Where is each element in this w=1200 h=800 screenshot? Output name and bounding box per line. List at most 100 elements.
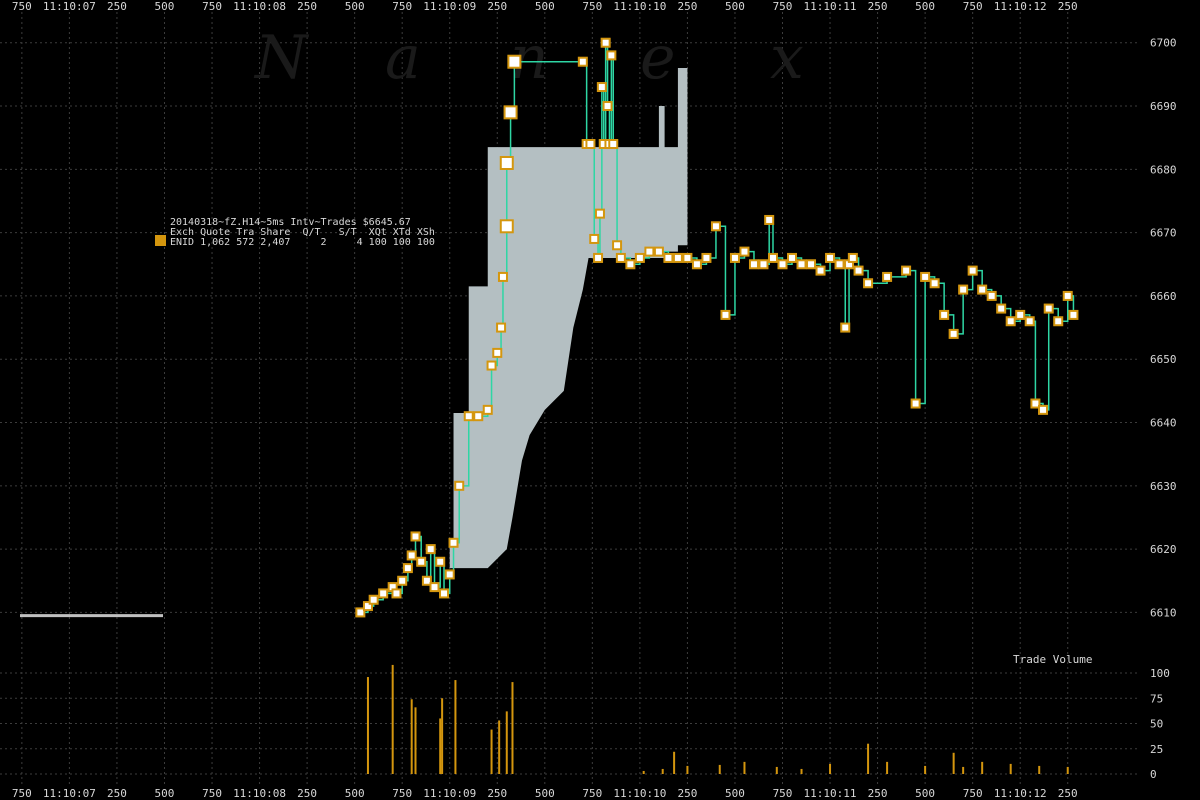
- y-tick-label: 6670: [1150, 227, 1177, 240]
- y-tick-labels: 6610 6620 6630 6640 6650 6660 6670 6680 6690 6700…: [1150, 37, 1177, 781]
- volume-bar: [498, 720, 501, 774]
- trade-marker: [499, 155, 514, 170]
- volume-bar: [962, 766, 965, 774]
- trade-marker: [767, 252, 778, 263]
- x-tick-label-bottom: 500: [915, 787, 935, 800]
- y-tick-label: 6690: [1150, 100, 1177, 113]
- x-tick-label-top: 250: [868, 0, 888, 13]
- trade-marker: [577, 56, 588, 67]
- trade-marker: [435, 556, 446, 567]
- y-tick-label: 6680: [1150, 163, 1177, 176]
- trade-marker: [499, 219, 514, 234]
- trade-marker: [1015, 309, 1026, 320]
- trade-marker: [606, 50, 617, 61]
- trade-marker: [764, 214, 775, 225]
- x-tick-label-top: 500: [155, 0, 175, 13]
- trade-marker: [901, 265, 912, 276]
- trade-marker: [739, 246, 750, 257]
- quote-band-area: [449, 68, 688, 569]
- x-tick-label-top: 750: [392, 0, 412, 13]
- trade-marker: [594, 208, 605, 219]
- trade-marker: [853, 265, 864, 276]
- volume-bar: [886, 761, 889, 774]
- trade-marker: [796, 259, 807, 270]
- y-tick-label: 6700: [1150, 37, 1177, 50]
- x-tick-label-bottom: 750: [773, 787, 793, 800]
- quote-band: [449, 68, 688, 569]
- x-tick-label-top: 11:10:11: [804, 0, 857, 13]
- trade-marker: [834, 259, 845, 270]
- trade-marker: [425, 544, 436, 555]
- y-tick-label: 6630: [1150, 480, 1177, 493]
- trade-marker: [996, 303, 1007, 314]
- volume-bar: [366, 677, 369, 774]
- volume-bars: [366, 664, 1069, 774]
- volume-bar: [1066, 766, 1069, 774]
- x-tick-label-top: 250: [1058, 0, 1078, 13]
- trade-marker: [701, 252, 712, 263]
- x-tick-label-top: 11:10:09: [423, 0, 476, 13]
- trade-marker: [585, 139, 596, 150]
- x-tick-label-top: 750: [773, 0, 793, 13]
- trade-marker: [600, 37, 611, 48]
- trade-marker: [929, 278, 940, 289]
- x-tick-label-top: 500: [915, 0, 935, 13]
- trade-marker: [1043, 303, 1054, 314]
- trade-marker: [416, 556, 427, 567]
- watermark-letter: e: [640, 23, 676, 93]
- trade-marker: [882, 271, 893, 282]
- trade-marker: [378, 588, 389, 599]
- x-tick-label-bottom: 750: [392, 787, 412, 800]
- trade-marker: [615, 252, 626, 263]
- volume-bar: [952, 752, 955, 774]
- legend: 20140318~fZ.H14~5ms Intv~Trades $6645.67…: [155, 217, 435, 248]
- trade-marker: [682, 252, 693, 263]
- volume-bar: [718, 764, 721, 774]
- trade-marker: [503, 105, 518, 120]
- y-tick-label: 6640: [1150, 417, 1177, 430]
- x-tick-label-top: 250: [297, 0, 317, 13]
- trade-marker: [863, 278, 874, 289]
- x-tick-label-bottom: 750: [12, 787, 32, 800]
- trade-marker: [1038, 404, 1049, 415]
- volume-bar: [661, 768, 664, 774]
- trade-marker: [840, 322, 851, 333]
- volume-bar: [454, 680, 457, 774]
- trade-marker: [596, 82, 607, 93]
- grid: [0, 12, 1140, 786]
- trade-marker: [653, 246, 664, 257]
- volume-bar: [511, 682, 514, 774]
- volume-tick-label: 25: [1150, 743, 1163, 756]
- legend-row: ENID 1,062 572 2,407 2 4 100 100 100: [170, 237, 435, 248]
- volume-bar: [800, 768, 803, 774]
- trade-marker: [410, 531, 421, 542]
- trade-marker: [496, 322, 507, 333]
- trade-marker: [429, 582, 440, 593]
- x-tick-label-bottom: 250: [677, 787, 697, 800]
- y-tick-label: 6650: [1150, 353, 1177, 366]
- trade-marker: [1068, 309, 1079, 320]
- x-tick-label-bottom: 250: [297, 787, 317, 800]
- trade-marker: [910, 398, 921, 409]
- trade-marker: [806, 259, 817, 270]
- x-tick-label-bottom: 250: [868, 787, 888, 800]
- volume-bar: [490, 729, 493, 774]
- x-tick-label-top: 11:10:10: [613, 0, 666, 13]
- watermark-letter: x: [770, 23, 804, 93]
- watermark-letter: N: [253, 23, 310, 93]
- volume-tick-label: 75: [1150, 692, 1163, 705]
- x-tick-label-bottom: 11:10:10: [613, 787, 666, 800]
- trade-marker: [473, 411, 484, 422]
- volume-bar: [924, 765, 927, 774]
- volume-bar: [1009, 763, 1012, 774]
- trade-marker: [967, 265, 978, 276]
- volume-bar: [981, 761, 984, 774]
- trade-marker: [758, 259, 769, 270]
- x-tick-label-top: 750: [12, 0, 32, 13]
- volume-bar: [410, 699, 413, 774]
- volume-tick-label: 50: [1150, 718, 1163, 731]
- x-tick-label-top: 11:10:07: [43, 0, 96, 13]
- trade-marker: [482, 404, 493, 415]
- volume-bar: [686, 765, 689, 774]
- x-tick-label-bottom: 500: [345, 787, 365, 800]
